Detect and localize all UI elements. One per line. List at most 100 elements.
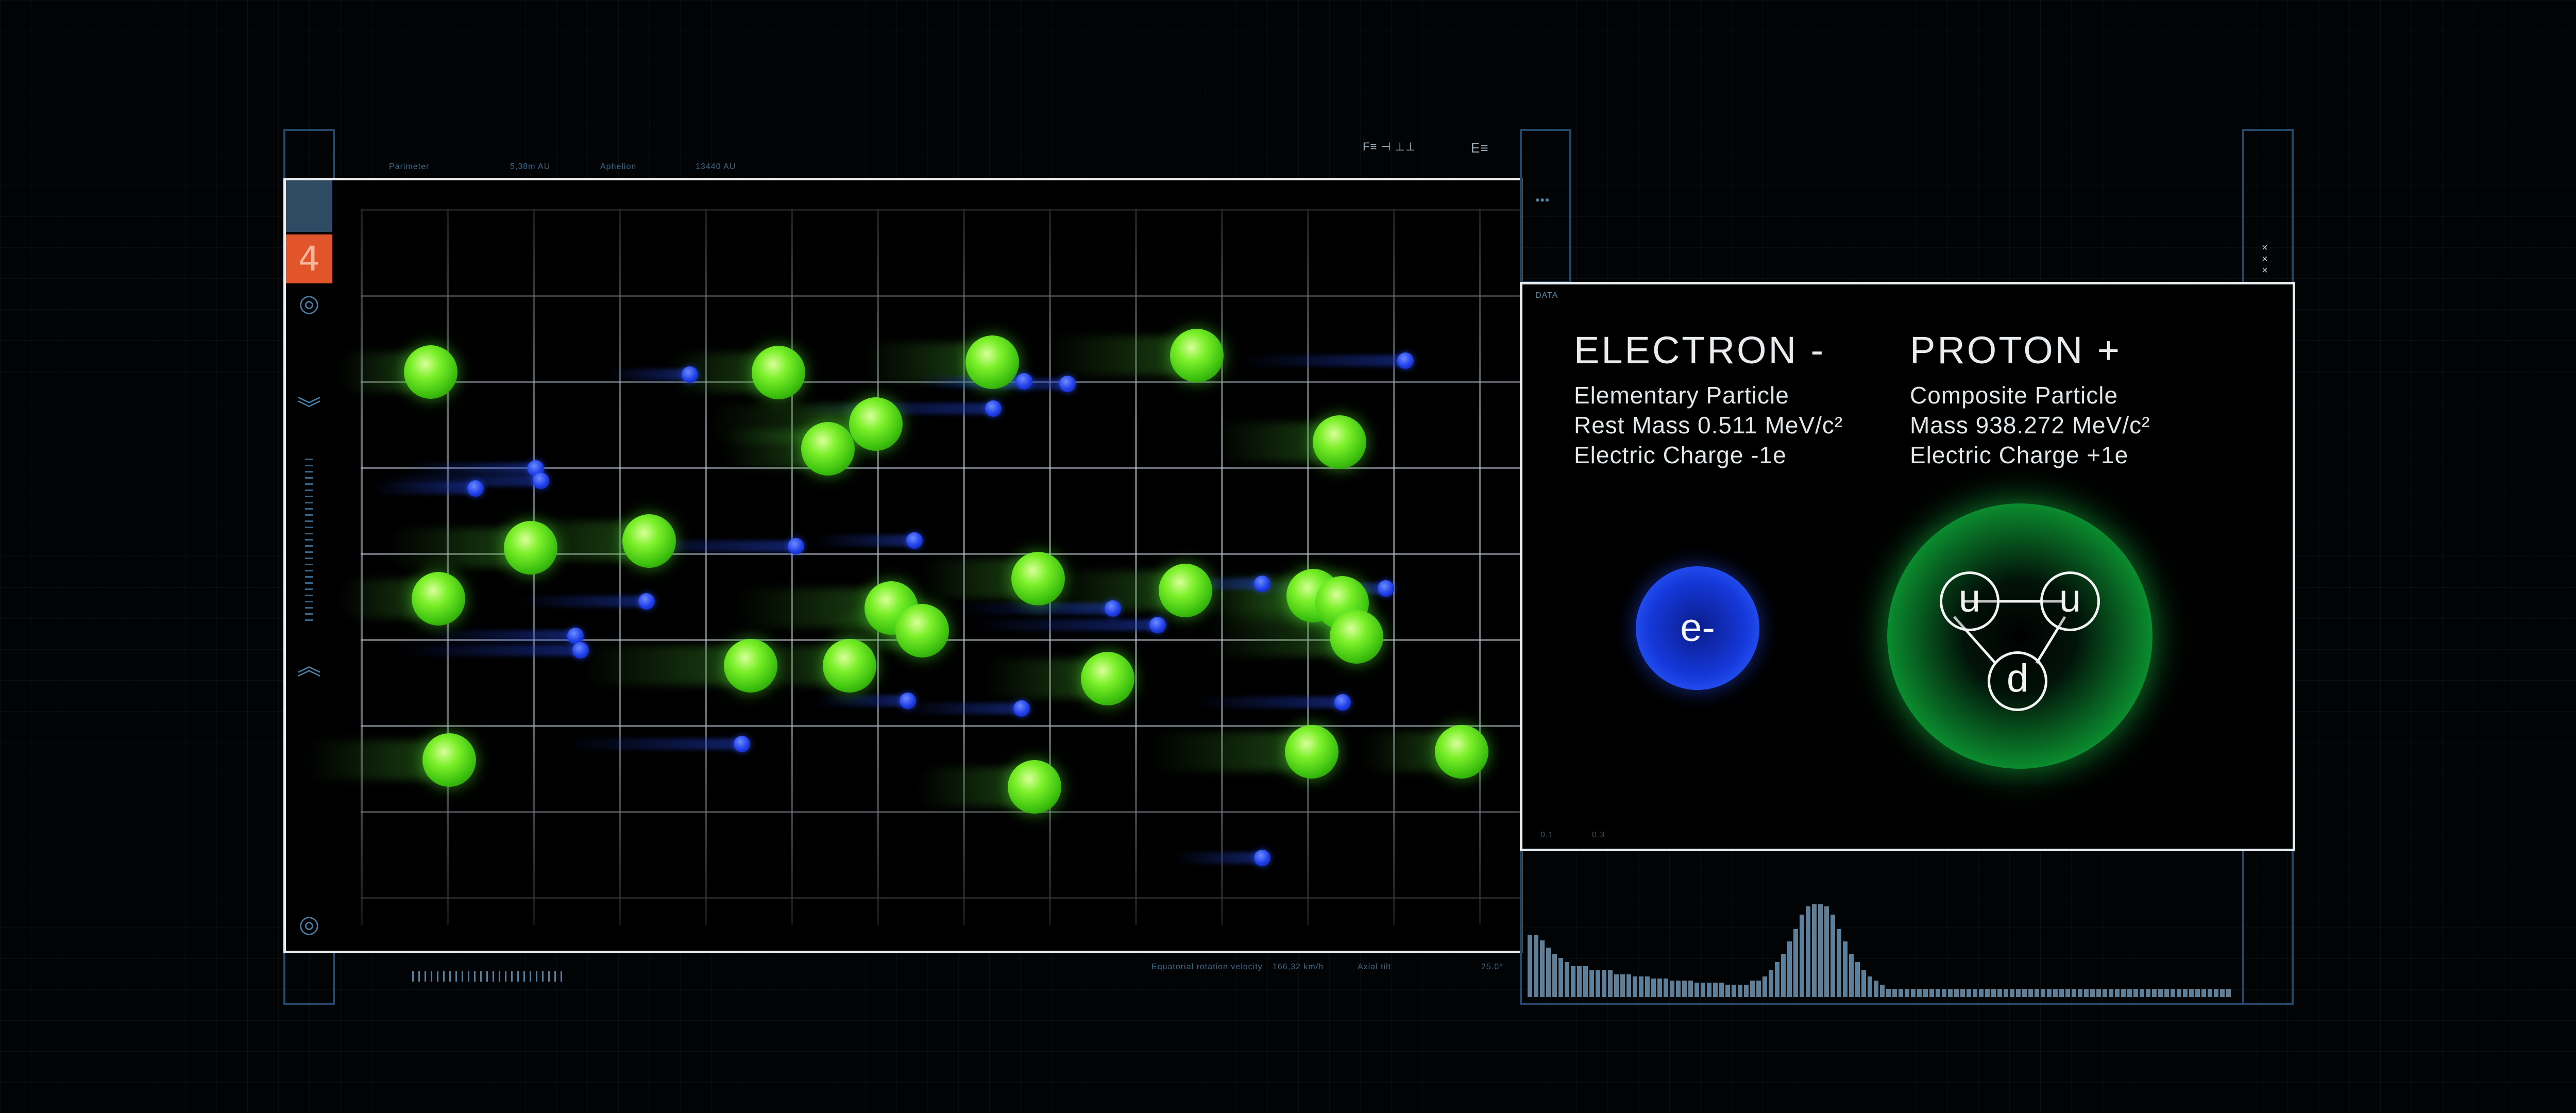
histogram-bar	[1855, 962, 1860, 997]
histogram-bar	[2047, 989, 2052, 997]
aphelion-value: 13440 AU	[696, 162, 736, 171]
up-quark-2: u	[2040, 571, 2100, 631]
histogram-bar	[1787, 941, 1792, 997]
histogram-bar	[1979, 989, 1984, 997]
green-particle	[1435, 725, 1488, 779]
histogram-bar	[1936, 989, 1940, 997]
histogram-bar	[1657, 979, 1662, 997]
blue-particle-trail	[403, 463, 536, 474]
frequency-histogram[interactable]	[1528, 899, 2239, 997]
blue-particle-trail	[401, 645, 581, 656]
histogram-bar	[1626, 974, 1631, 997]
histogram-bar	[2146, 989, 2150, 997]
histogram-bar	[1781, 954, 1786, 997]
more-dots-icon[interactable]: •••	[1535, 193, 1550, 208]
histogram-bar	[1558, 958, 1563, 997]
histogram-bar	[2171, 989, 2175, 997]
blue-particle	[638, 593, 655, 610]
histogram-bar	[1707, 983, 1711, 997]
strip-top-block[interactable]	[286, 180, 332, 232]
electron-sphere[interactable]: e-	[1636, 566, 1759, 690]
perimeter-label: Parimeter	[389, 162, 430, 171]
histogram-bar	[2220, 989, 2225, 997]
green-particle	[965, 335, 1019, 389]
green-particle	[1008, 760, 1061, 814]
histogram-bar	[1589, 970, 1594, 997]
up-quark-1: u	[1940, 571, 1999, 631]
blue-particle	[1013, 700, 1030, 717]
proton-sphere[interactable]: u u d	[1887, 503, 2153, 769]
particle-simulation-view[interactable]	[283, 178, 1522, 953]
green-particle	[849, 397, 903, 451]
histogram-bar	[1997, 989, 2002, 997]
histogram-bar	[1608, 970, 1613, 997]
target-icon[interactable]: ◎	[284, 291, 334, 315]
green-particle	[752, 346, 805, 399]
histogram-bar	[1837, 929, 1841, 997]
blue-particle	[1059, 376, 1076, 392]
histogram-bar	[1861, 970, 1866, 997]
histogram-bar	[2035, 989, 2039, 997]
histogram-bar	[1750, 981, 1755, 997]
histogram-bar	[2158, 989, 2163, 997]
proton-title: PROTON +	[1910, 329, 2122, 372]
histogram-bar	[1793, 929, 1798, 997]
electron-charge: Electric Charge -1e	[1574, 442, 1787, 468]
histogram-bar	[1973, 989, 1977, 997]
green-particle	[1081, 652, 1134, 705]
histogram-bar	[1929, 989, 1934, 997]
histogram-bar	[1639, 976, 1643, 997]
close-marks-icon[interactable]: ×××	[2262, 242, 2273, 276]
aphelion-label: Aphelion	[600, 162, 637, 171]
histogram-bar	[1967, 989, 1971, 997]
blue-particle-trail	[974, 619, 1158, 631]
histogram-bar	[1892, 989, 1897, 997]
histogram-bar	[2109, 989, 2113, 997]
blue-particle-trail	[901, 703, 1022, 714]
layer-number-badge[interactable]: 4	[286, 234, 332, 283]
histogram-bar	[1614, 974, 1619, 997]
layer-number: 4	[298, 239, 320, 279]
histogram-bar	[2127, 989, 2132, 997]
histogram-bar	[2214, 989, 2218, 997]
proton-mass: Mass 938.272 MeV/c²	[1910, 412, 2150, 439]
blue-particle	[788, 538, 804, 554]
histogram-bar	[1528, 935, 1532, 997]
histogram-bar	[1565, 962, 1569, 997]
double-chevron-up-icon[interactable]: ︽	[284, 654, 334, 678]
green-particle	[724, 639, 777, 693]
green-particle	[1330, 610, 1383, 664]
histogram-bar	[2103, 989, 2107, 997]
green-particle	[823, 639, 876, 693]
histogram-bar	[2016, 989, 2021, 997]
blue-particle	[900, 693, 916, 709]
histogram-bar	[1682, 981, 1687, 997]
histogram-bar	[1738, 985, 1742, 997]
green-particle	[1313, 415, 1366, 469]
histogram-bar	[1577, 966, 1582, 997]
histogram-bar	[1664, 979, 1668, 997]
blue-particle-trail	[815, 695, 908, 706]
blue-particle	[985, 400, 1002, 417]
histogram-bar	[1960, 989, 1965, 997]
histogram-bar	[1917, 989, 1922, 997]
histogram-bar	[2004, 989, 2008, 997]
histogram-bar	[1948, 989, 1953, 997]
histogram-bar	[2010, 989, 2014, 997]
double-chevron-down-icon[interactable]: ︾	[284, 397, 334, 420]
histogram-bar	[2189, 989, 2194, 997]
green-particle	[422, 733, 476, 787]
histogram-bar	[1868, 976, 1872, 997]
histogram-bar	[1620, 974, 1625, 997]
horizontal-scale-ruler[interactable]	[412, 971, 567, 982]
histogram-bar	[1546, 948, 1551, 997]
vertical-scale-ruler[interactable]	[305, 459, 313, 623]
histogram-bar	[1571, 966, 1575, 997]
down-quark: d	[1988, 651, 2047, 711]
green-particle	[404, 345, 457, 399]
electron-title: ELECTRON -	[1574, 329, 1826, 372]
histogram-bar	[2028, 989, 2033, 997]
green-particle	[1285, 725, 1338, 779]
target-bottom-icon[interactable]: ◎	[284, 912, 334, 936]
histogram-bar	[2053, 989, 2058, 997]
